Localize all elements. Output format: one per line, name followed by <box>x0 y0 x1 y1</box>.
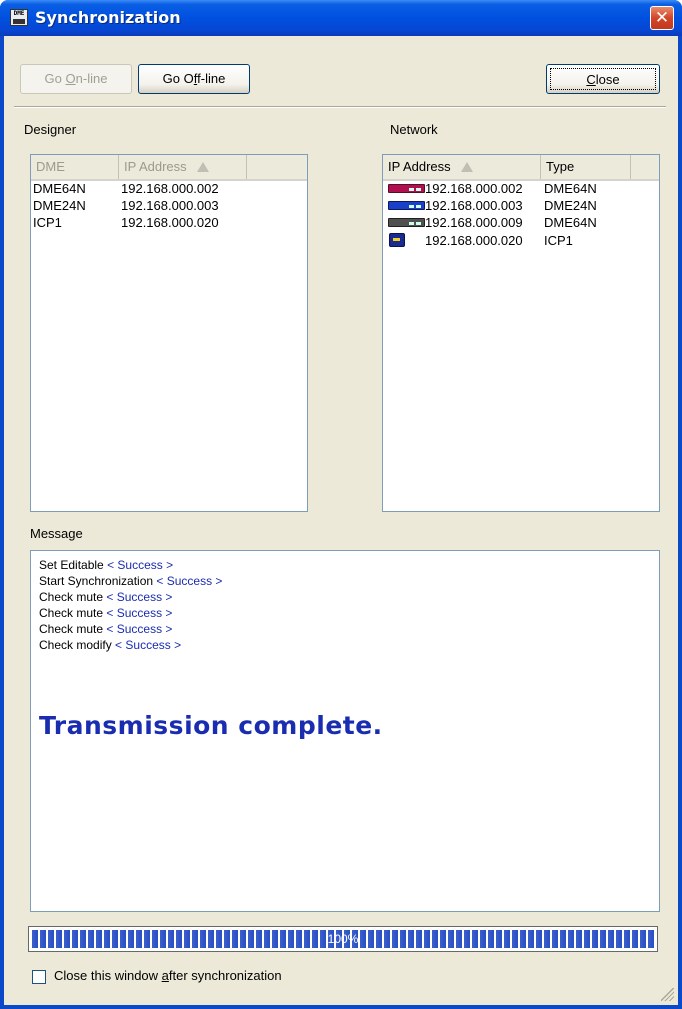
go-offline-label-pre: Go O <box>162 71 194 86</box>
app-icon-label: DME <box>13 10 25 17</box>
close-button-focus-ring: Close <box>550 68 656 90</box>
designer-col-dme[interactable]: DME <box>31 155 119 179</box>
network-row-ip: 192.168.000.020 <box>425 233 523 248</box>
progress-bar: 100% <box>28 926 658 952</box>
designer-row-dme: DME64N <box>33 181 86 196</box>
message-line: Set Editable < Success > <box>39 557 173 573</box>
network-row[interactable]: 192.168.000.003 DME24N <box>383 197 659 214</box>
network-label: Network <box>390 122 438 137</box>
close-mnemonic: C <box>586 72 596 87</box>
network-row-type: DME24N <box>544 198 597 213</box>
window-close-button[interactable]: ✕ <box>650 6 674 30</box>
network-row-type: DME64N <box>544 215 597 230</box>
toolbar-separator <box>14 106 666 108</box>
progress-percent: 100% <box>327 932 359 946</box>
designer-row[interactable]: DME64N 192.168.000.002 <box>31 180 307 197</box>
go-online-button[interactable]: Go On-line <box>20 64 132 94</box>
message-text: Check mute <box>39 606 104 620</box>
message-box[interactable]: Set Editable < Success > Start Synchroni… <box>30 550 660 912</box>
go-offline-label-post: f-line <box>197 71 226 86</box>
network-row-ip: 192.168.000.003 <box>425 198 523 213</box>
designer-row[interactable]: ICP1 192.168.000.020 <box>31 214 307 231</box>
go-online-label-post: n-line <box>75 71 108 86</box>
network-col-type[interactable]: Type <box>541 155 631 179</box>
message-line: Check mute < Success > <box>39 621 172 637</box>
checkbox-mnemonic: a <box>161 968 169 983</box>
designer-row-ip: 192.168.000.020 <box>121 215 219 230</box>
network-row[interactable]: 192.168.000.020 ICP1 <box>383 231 659 250</box>
designer-col-ip-label: IP Address <box>124 159 187 174</box>
network-row[interactable]: 192.168.000.009 DME64N <box>383 214 659 231</box>
network-row-ip: 192.168.000.009 <box>425 215 523 230</box>
designer-list[interactable]: DME IP Address DME64N 192.168.000.002 DM… <box>30 154 308 512</box>
network-list-header: IP Address Type <box>383 155 659 181</box>
network-row[interactable]: 192.168.000.002 DME64N <box>383 180 659 197</box>
designer-row-ip: 192.168.000.003 <box>121 198 219 213</box>
designer-row-dme: ICP1 <box>33 215 62 230</box>
icp-panel-icon <box>389 233 405 247</box>
designer-row-ip: 192.168.000.002 <box>121 181 219 196</box>
message-line: Start Synchronization < Success > <box>39 573 222 589</box>
window-title: Synchronization <box>35 8 181 27</box>
dme-grey-unit-icon <box>388 218 425 227</box>
dme-red-unit-icon <box>388 184 425 193</box>
go-online-label-pre: Go <box>44 71 66 86</box>
designer-label: Designer <box>24 122 77 137</box>
message-status: < Success > <box>115 638 182 652</box>
dialog-client-area: Go On-line Go Off-line Close Designer DM… <box>4 36 678 1005</box>
checkbox-label-pre: Close this window <box>54 968 162 983</box>
message-status: < Success > <box>106 590 173 604</box>
message-line: Check mute < Success > <box>39 605 172 621</box>
message-text: Check modify <box>39 638 112 652</box>
message-text: Start Synchronization <box>39 574 154 588</box>
message-status: < Success > <box>106 606 173 620</box>
title-bar[interactable]: DME Synchronization ✕ <box>0 0 682 36</box>
dme-app-icon: DME <box>10 9 28 26</box>
message-text: Check mute <box>39 622 104 636</box>
transmission-complete-text: Transmission complete. <box>39 711 383 740</box>
message-line: Check mute < Success > <box>39 589 172 605</box>
designer-row-dme: DME24N <box>33 198 86 213</box>
designer-row[interactable]: DME24N 192.168.000.003 <box>31 197 307 214</box>
message-status: < Success > <box>106 622 173 636</box>
message-text: Check mute <box>39 590 104 604</box>
message-line: Check modify < Success > <box>39 637 181 653</box>
close-label-post: lose <box>595 72 620 87</box>
go-online-mnemonic: O <box>65 71 76 86</box>
network-row-type: DME64N <box>544 181 597 196</box>
network-row-type: ICP1 <box>544 233 573 248</box>
network-list[interactable]: IP Address Type 192.168.000.002 DME64N 1… <box>382 154 660 512</box>
close-after-sync-checkbox[interactable] <box>32 970 46 984</box>
dme-blue-unit-icon <box>388 201 425 210</box>
close-icon: ✕ <box>654 8 670 28</box>
sort-ascending-icon <box>196 162 209 172</box>
go-offline-button[interactable]: Go Off-line <box>138 64 250 94</box>
close-after-sync-label[interactable]: Close this window after synchronization <box>54 968 282 983</box>
message-text: Set Editable <box>39 558 104 572</box>
checkbox-label-post: fter synchronization <box>168 968 282 983</box>
message-status: < Success > <box>156 574 223 588</box>
close-button[interactable]: Close <box>546 64 660 94</box>
designer-col-ip[interactable]: IP Address <box>119 155 247 179</box>
resize-grip-icon[interactable] <box>661 988 674 1001</box>
network-col-ip[interactable]: IP Address <box>383 155 541 179</box>
designer-list-header: DME IP Address <box>31 155 307 181</box>
sort-ascending-icon <box>460 162 473 172</box>
network-row-ip: 192.168.000.002 <box>425 181 523 196</box>
network-col-ip-label: IP Address <box>388 159 451 174</box>
message-label: Message <box>30 526 83 541</box>
message-status: < Success > <box>107 558 174 572</box>
synchronization-window: DME Synchronization ✕ Go On-line Go Off-… <box>0 0 682 1009</box>
